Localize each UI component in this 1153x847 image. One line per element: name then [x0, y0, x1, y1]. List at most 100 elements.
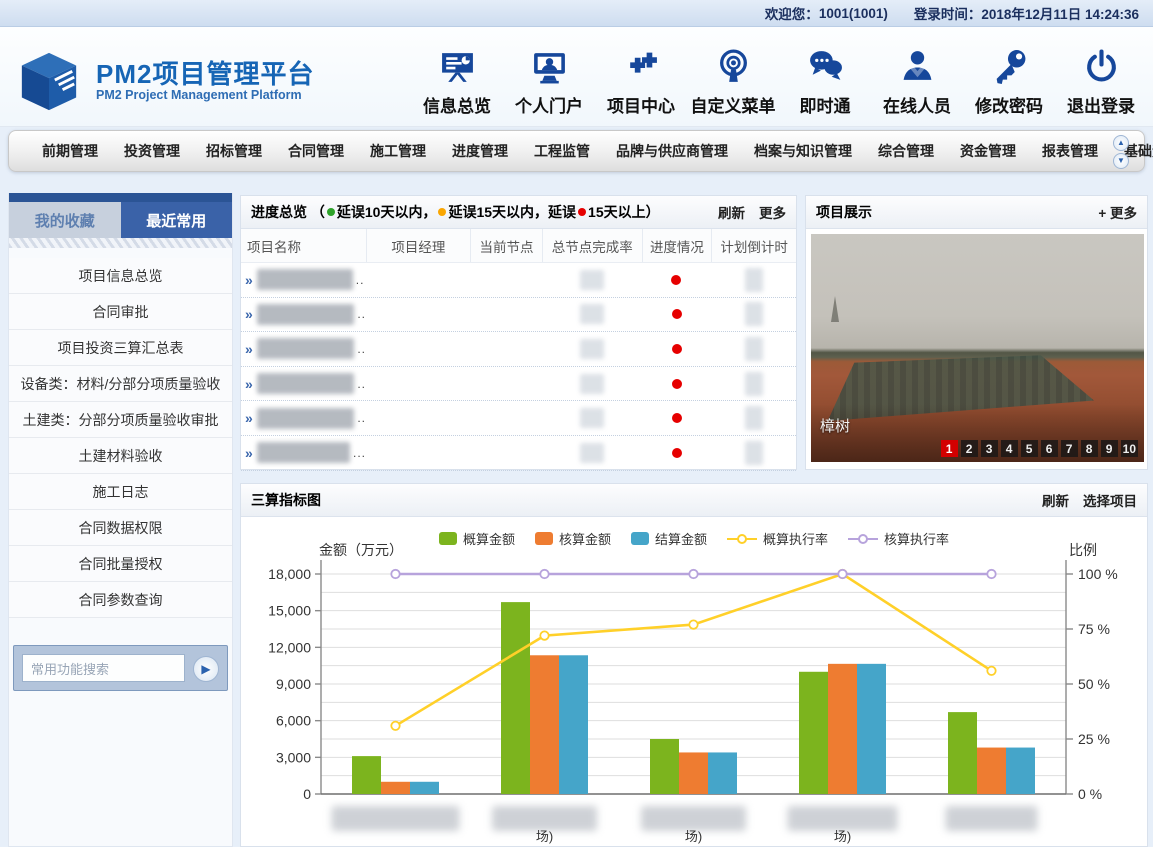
- nav-item-综合管理[interactable]: 综合管理: [865, 141, 947, 161]
- status-dot: [578, 208, 586, 216]
- page-button-1[interactable]: 1: [941, 440, 958, 457]
- sidebar: 我的收藏最近常用 项目信息总览合同审批项目投资三算汇总表设备类：材料/分部分项质…: [8, 193, 233, 847]
- table-row[interactable]: »..: [241, 367, 796, 402]
- project-name-cell: »..: [241, 298, 366, 332]
- current-user: 1001(1001): [819, 6, 888, 21]
- column-header-项目名称: 项目名称: [241, 229, 366, 262]
- transmission-tower-shape: [831, 296, 839, 322]
- page-button-3[interactable]: 3: [981, 440, 998, 457]
- sidebar-item-合同参数查询[interactable]: 合同参数查询: [9, 582, 232, 618]
- page-button-7[interactable]: 7: [1061, 440, 1078, 457]
- header-menu-item-信息总览[interactable]: 信息总览: [411, 39, 503, 117]
- chart-select-project-link[interactable]: 选择项目: [1083, 490, 1137, 510]
- expand-arrow-icon[interactable]: »: [245, 445, 253, 461]
- completion-rate-cell: [542, 436, 642, 470]
- header-menu-item-自定义菜单[interactable]: 自定义菜单: [687, 39, 779, 117]
- table-row[interactable]: »..: [241, 401, 796, 436]
- sidebar-item-合同审批[interactable]: 合同审批: [9, 294, 232, 330]
- status-dot: [327, 208, 335, 216]
- table-row[interactable]: »..: [241, 332, 796, 367]
- name-ellipsis: ..: [357, 342, 366, 356]
- header-menu-item-项目中心[interactable]: 项目中心: [595, 39, 687, 117]
- nav-item-资金管理[interactable]: 资金管理: [947, 141, 1029, 161]
- nav-item-报表管理[interactable]: 报表管理: [1029, 141, 1111, 161]
- sidebar-item-合同数据权限[interactable]: 合同数据权限: [9, 510, 232, 546]
- nav-item-合同管理[interactable]: 合同管理: [275, 141, 357, 161]
- nav-item-进度管理[interactable]: 进度管理: [439, 141, 521, 161]
- expand-arrow-icon[interactable]: »: [245, 376, 253, 392]
- search-go-icon[interactable]: ▶: [193, 656, 219, 682]
- table-row[interactable]: »..: [241, 298, 796, 333]
- project-center-icon: [623, 39, 660, 85]
- countdown-cell: [711, 332, 796, 366]
- table-row[interactable]: »...: [241, 436, 796, 471]
- welcome-label: 欢迎您：: [765, 3, 819, 23]
- redacted-countdown: [745, 372, 763, 396]
- project-showcase-panel: 项目展示 + 更多 樟树 12345678910: [805, 195, 1148, 470]
- app-logo: PM2项目管理平台 PM2 Project Management Platfor…: [12, 49, 314, 113]
- page-button-2[interactable]: 2: [961, 440, 978, 457]
- nav-item-前期管理[interactable]: 前期管理: [29, 141, 111, 161]
- photo-caption: 樟树: [820, 415, 850, 436]
- sidebar-tab-最近常用[interactable]: 最近常用: [121, 202, 233, 238]
- sidebar-item-土建类：分部分项质量验收审批[interactable]: 土建类：分部分项质量验收审批: [9, 402, 232, 438]
- sidebar-item-设备类：材料/分部分项质量验收[interactable]: 设备类：材料/分部分项质量验收: [9, 366, 232, 402]
- table-row[interactable]: »..: [241, 263, 796, 298]
- page-button-9[interactable]: 9: [1101, 440, 1118, 457]
- refresh-link[interactable]: 刷新: [718, 202, 745, 222]
- expand-arrow-icon[interactable]: »: [245, 306, 253, 322]
- sidebar-item-合同批量授权[interactable]: 合同批量授权: [9, 546, 232, 582]
- page-button-4[interactable]: 4: [1001, 440, 1018, 457]
- nav-items: 前期管理投资管理招标管理合同管理施工管理进度管理工程监管品牌与供应商管理档案与知…: [29, 141, 1153, 161]
- nav-item-品牌与供应商管理[interactable]: 品牌与供应商管理: [603, 141, 741, 161]
- header-menu-item-修改密码[interactable]: 修改密码: [963, 39, 1055, 117]
- page-button-6[interactable]: 6: [1041, 440, 1058, 457]
- expand-arrow-icon[interactable]: »: [245, 410, 253, 426]
- nav-item-施工管理[interactable]: 施工管理: [357, 141, 439, 161]
- nav-item-招标管理[interactable]: 招标管理: [193, 141, 275, 161]
- header-menu-item-个人门户[interactable]: 个人门户: [503, 39, 595, 117]
- sidebar-item-项目投资三算汇总表[interactable]: 项目投资三算汇总表: [9, 330, 232, 366]
- completion-rate-cell: [542, 367, 642, 401]
- change-password-icon: [991, 39, 1028, 85]
- countdown-cell: [711, 263, 796, 297]
- nav-item-档案与知识管理[interactable]: 档案与知识管理: [741, 141, 865, 161]
- progress-table-header: 项目名称项目经理当前节点总节点完成率进度情况计划倒计时: [241, 229, 796, 263]
- custom-menu-icon: [715, 39, 752, 85]
- nav-scroll-down-icon[interactable]: ▼: [1113, 153, 1129, 169]
- nav-item-工程监管[interactable]: 工程监管: [521, 141, 603, 161]
- showcase-photo[interactable]: 樟树 12345678910: [811, 234, 1144, 462]
- svg-text:18,000: 18,000: [268, 566, 311, 582]
- sidebar-tab-我的收藏[interactable]: 我的收藏: [9, 202, 121, 238]
- header-menu-label: 在线人员: [883, 92, 951, 117]
- progress-table-body: »..»..»..»..»..»...: [241, 263, 796, 471]
- nav-scroll-up-icon[interactable]: ▲: [1113, 135, 1129, 151]
- page-button-8[interactable]: 8: [1081, 440, 1098, 457]
- more-link[interactable]: 更多: [759, 202, 786, 222]
- showcase-more-link[interactable]: + 更多: [1098, 202, 1137, 222]
- sidebar-item-土建材料验收[interactable]: 土建材料验收: [9, 438, 232, 474]
- header-menu-item-即时通[interactable]: 即时通: [779, 39, 871, 117]
- login-time-value: 2018年12月11日 14:24:36: [981, 3, 1139, 23]
- chart-refresh-link[interactable]: 刷新: [1042, 490, 1069, 510]
- chart-panel: 三算指标图 刷新 选择项目 概算金额核算金额结算金额概算执行率核算执行率 金额（…: [240, 483, 1148, 847]
- logout-icon: [1083, 39, 1120, 85]
- expand-arrow-icon[interactable]: »: [245, 272, 253, 288]
- progress-overview-panel: 进度总览 （延误10天以内，延误15天以内，延误15天以上） 刷新 更多 项目名…: [240, 195, 797, 470]
- page-button-5[interactable]: 5: [1021, 440, 1038, 457]
- svg-text:0: 0: [303, 786, 311, 802]
- page-button-10[interactable]: 10: [1121, 440, 1138, 457]
- sidebar-item-施工日志[interactable]: 施工日志: [9, 474, 232, 510]
- sidebar-item-项目信息总览[interactable]: 项目信息总览: [9, 258, 232, 294]
- redacted-countdown: [745, 406, 763, 430]
- svg-text:50 %: 50 %: [1078, 676, 1110, 692]
- expand-arrow-icon[interactable]: »: [245, 341, 253, 357]
- redacted-rate: [580, 304, 604, 324]
- header-menu-label: 退出登录: [1067, 92, 1135, 117]
- current-node-cell: [471, 332, 543, 366]
- header-menu-item-在线人员[interactable]: 在线人员: [871, 39, 963, 117]
- nav-item-投资管理[interactable]: 投资管理: [111, 141, 193, 161]
- sidebar-search-box: 常用功能搜索 ▶: [13, 645, 228, 691]
- header-menu-item-退出登录[interactable]: 退出登录: [1055, 39, 1147, 117]
- search-input[interactable]: 常用功能搜索: [22, 654, 185, 682]
